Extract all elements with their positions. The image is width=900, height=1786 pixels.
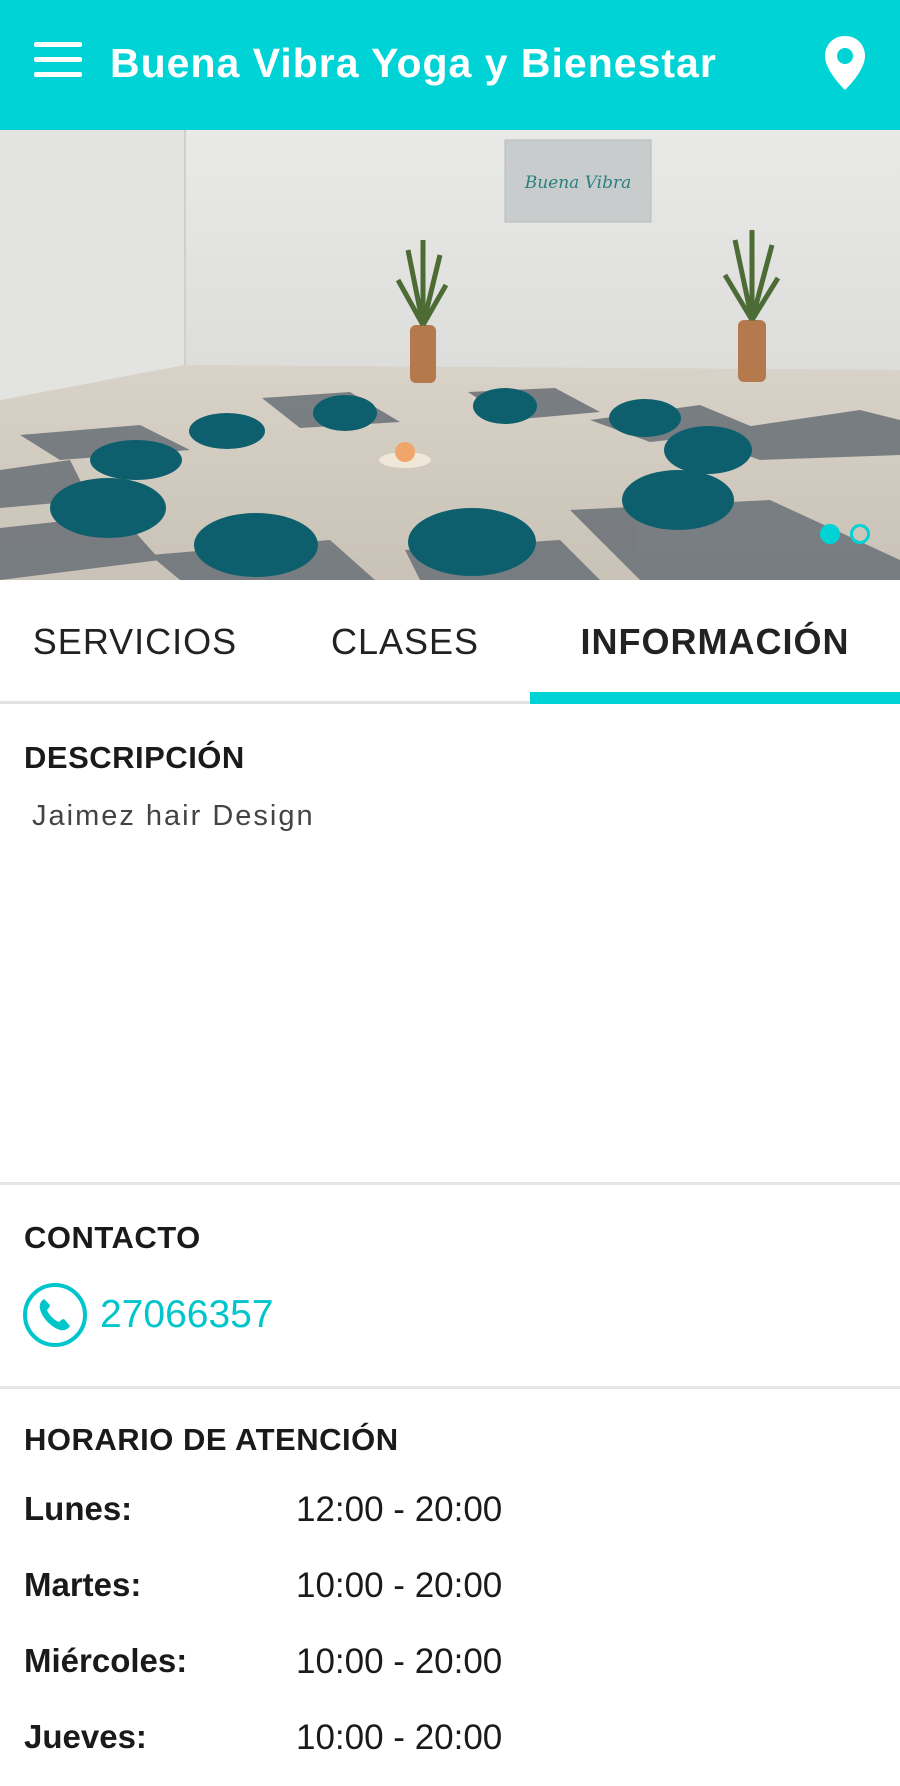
hero-photo[interactable]: Buena Vibra xyxy=(0,130,900,580)
tab-clases[interactable]: CLASES xyxy=(270,580,540,704)
hours-row: Miércoles: 10:00 - 20:00 xyxy=(24,1642,724,1718)
hamburger-menu-icon[interactable] xyxy=(34,42,82,82)
wall-sign: Buena Vibra xyxy=(504,139,652,223)
contact-title: CONTACTO xyxy=(24,1220,201,1255)
hours-row: Martes: 10:00 - 20:00 xyxy=(24,1566,724,1642)
carousel-indicator xyxy=(820,524,870,544)
hours-row: Jueves: 10:00 - 20:00 xyxy=(24,1718,724,1786)
svg-text:Buena Vibra: Buena Vibra xyxy=(524,173,632,193)
time-range: 10:00 - 20:00 xyxy=(296,1718,503,1757)
day-label: Martes: xyxy=(24,1566,142,1603)
carousel-dot-1[interactable] xyxy=(820,524,840,544)
day-label: Lunes: xyxy=(24,1490,133,1527)
tab-informacion[interactable]: INFORMACIÓN xyxy=(530,580,900,704)
time-range: 12:00 - 20:00 xyxy=(296,1490,503,1529)
location-pin-icon[interactable] xyxy=(822,34,868,92)
phone-number[interactable]: 27066357 xyxy=(100,1293,274,1337)
divider xyxy=(0,1182,900,1185)
app-title: Buena Vibra Yoga y Bienestar xyxy=(110,40,717,86)
time-range: 10:00 - 20:00 xyxy=(296,1566,503,1605)
hours-title: HORARIO DE ATENCIÓN xyxy=(24,1422,399,1457)
active-tab-indicator xyxy=(530,692,900,704)
divider xyxy=(0,1386,900,1389)
phone-icon xyxy=(23,1283,87,1347)
time-range: 10:00 - 20:00 xyxy=(296,1642,503,1681)
description-title: DESCRIPCIÓN xyxy=(24,740,245,775)
day-label: Jueves: xyxy=(24,1718,147,1755)
phone-link[interactable]: 27066357 xyxy=(22,1282,274,1348)
tab-servicios[interactable]: SERVICIOS xyxy=(0,580,270,704)
hours-row: Lunes: 12:00 - 20:00 xyxy=(24,1490,724,1566)
description-text: Jaimez hair Design xyxy=(32,800,315,832)
app-bar: Buena Vibra Yoga y Bienestar xyxy=(0,0,900,130)
carousel-dot-2[interactable] xyxy=(850,524,870,544)
day-label: Miércoles: xyxy=(24,1642,188,1679)
tab-bar: SERVICIOS CLASES INFORMACIÓN xyxy=(0,580,900,704)
hours-list: Lunes: 12:00 - 20:00 Martes: 10:00 - 20:… xyxy=(24,1490,724,1786)
